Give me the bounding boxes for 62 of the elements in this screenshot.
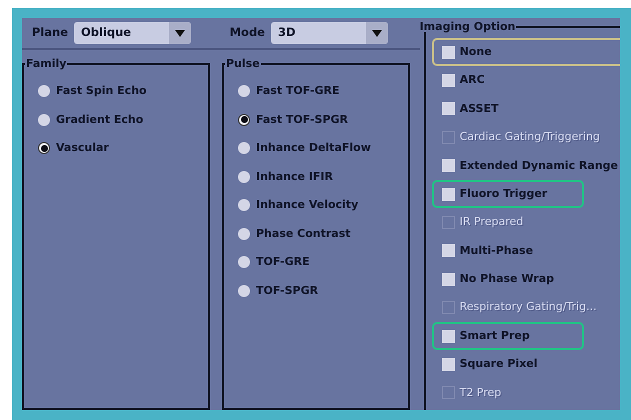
radio-button[interactable] [238,170,250,183]
option-label: Cardiac Gating/Triggering [460,129,600,146]
option-row[interactable]: Multi-Phase [432,236,620,266]
group-title: Family [25,58,68,69]
option-label: T2 Prep [460,384,502,401]
radio-button[interactable] [238,85,250,98]
option-row[interactable]: No Phase Wrap [432,265,620,294]
option-label[interactable]: ARC [460,72,485,89]
radio-button[interactable] [238,114,250,126]
option-label[interactable]: ASSET [460,100,498,118]
option-row[interactable]: Fluoro Trigger [432,180,584,208]
option-label[interactable]: Inhance Velocity [256,197,358,214]
option-label[interactable]: Fast Spin Echo [56,83,147,100]
checkbox[interactable] [442,74,455,88]
checkbox[interactable] [442,159,455,172]
checkbox[interactable] [442,244,455,258]
dropdown[interactable]: Oblique [74,22,191,44]
option-label[interactable]: None [460,44,492,60]
option-label[interactable]: Inhance IFIR [256,168,333,185]
option-label[interactable]: Fast TOF-GRE [256,83,340,100]
option-row[interactable]: Extended Dynamic Range [432,152,620,180]
option-label[interactable]: Fluoro Trigger [460,186,548,202]
checkbox[interactable] [442,272,455,286]
radio-button[interactable] [38,114,50,126]
radio-button[interactable] [238,142,250,154]
group-title: Pulse [225,58,261,69]
checkbox[interactable] [442,330,455,343]
checkbox[interactable] [442,358,455,371]
option-label: IR Prepared [460,214,524,230]
option-label[interactable]: No Phase Wrap [460,271,554,288]
option-label[interactable]: Gradient Echo [56,112,144,128]
option-label[interactable]: Phase Contrast [256,226,351,242]
radio-button[interactable] [38,85,50,98]
option-row[interactable]: ARC [432,66,620,95]
dropdown-arrow-icon [372,30,382,36]
option-label[interactable]: TOF-SPGR [256,282,318,299]
option-label[interactable]: TOF-GRE [256,254,310,270]
option-row[interactable]: Square Pixel [432,350,620,379]
option-label[interactable]: Vascular [56,140,109,156]
field-label: Mode [228,24,265,42]
radio-button[interactable] [238,284,250,297]
option-row[interactable]: Smart Prep [432,322,584,350]
field-label: Plane [30,24,68,42]
checkbox[interactable] [442,102,455,116]
checkbox[interactable] [442,46,455,59]
option-label[interactable]: Square Pixel [460,356,538,373]
radio-button[interactable] [238,228,250,240]
dropdown-arrow-icon [175,30,185,36]
option-label[interactable]: Multi-Phase [460,242,534,260]
radio-button[interactable] [238,256,250,268]
group-title: Imaging Option [418,21,516,32]
checkbox[interactable] [442,188,455,201]
radio-button[interactable] [238,199,250,212]
radio-button[interactable] [38,142,50,154]
option-row[interactable]: None [432,38,620,66]
option-label: Respiratory Gating/Trig... [460,299,597,316]
dropdown[interactable]: 3D [271,22,388,44]
option-label[interactable]: Smart Prep [460,328,530,344]
option-label[interactable]: Fast TOF-SPGR [256,112,348,128]
option-label[interactable]: Extended Dynamic Range [460,158,618,174]
option-label[interactable]: Inhance DeltaFlow [256,140,371,156]
option-row[interactable]: ASSET [432,94,620,124]
